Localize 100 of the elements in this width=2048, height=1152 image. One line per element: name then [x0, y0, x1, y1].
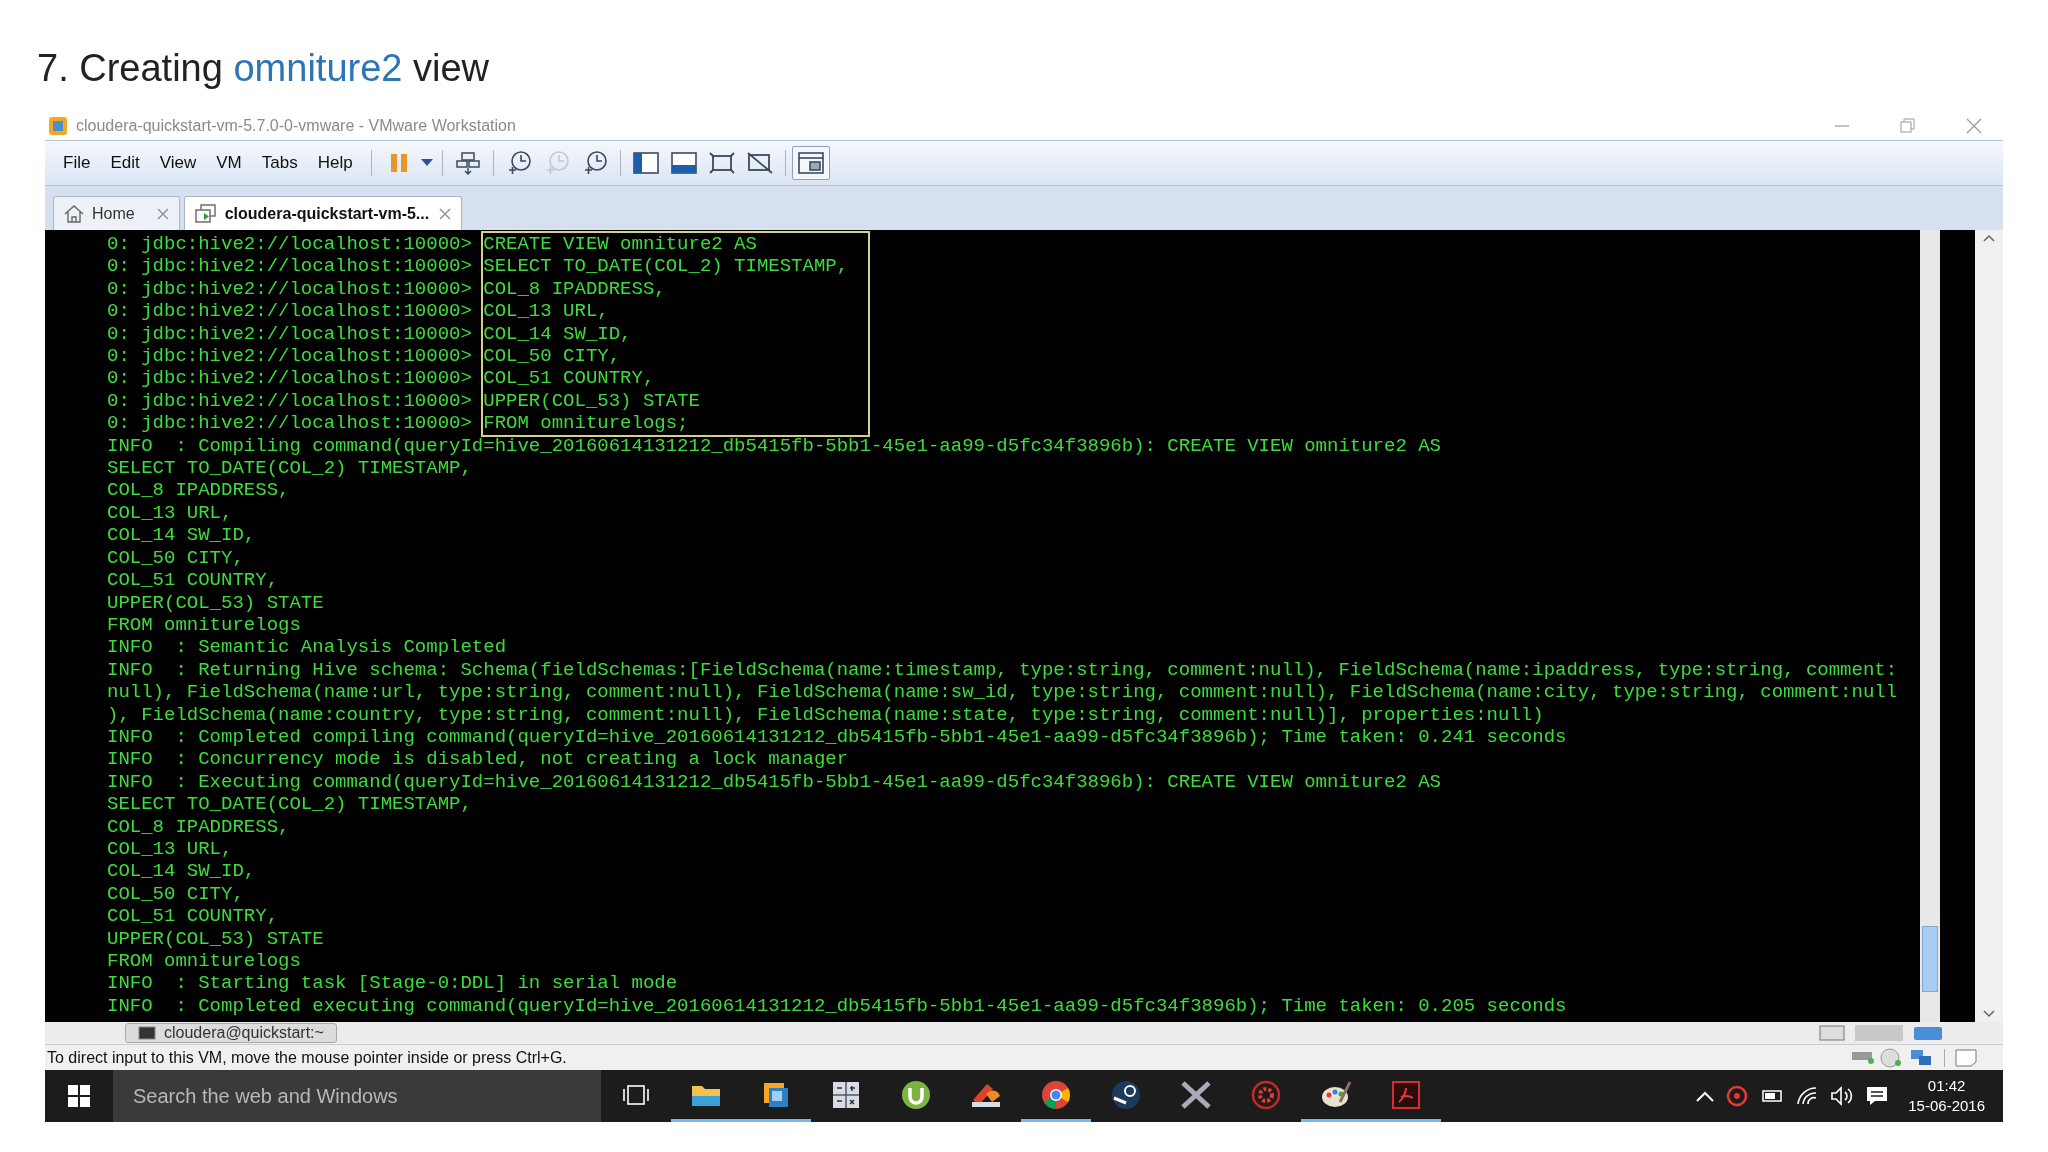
sidebar-icon: [632, 152, 659, 174]
terminal-line: COL_13 URL,: [107, 501, 233, 525]
terminal-icon: [138, 1026, 156, 1040]
terminal-command: CREATE VIEW omniture2 AS: [483, 233, 757, 256]
gear-icon: [1251, 1079, 1281, 1110]
terminal-line: INFO : Starting task [Stage-0:DDL] in serial mode: [107, 972, 678, 995]
vm-icon: [762, 1080, 790, 1109]
terminal-command: FROM omniturelogs;: [483, 412, 689, 435]
terminal-line: null), FieldSchema(name:url, type:string, comment:null), FieldSchema(name:sw_id, type:string, comment:null), FieldSchema(name:city, type:string, comment:null: [107, 681, 1898, 704]
gear-icon[interactable]: [1726, 1085, 1749, 1107]
terminal-prompt: 0: jdbc:hive2://localhost:10000>: [107, 255, 473, 278]
tab[interactable]: cloudera-quickstart-vm-5...: [183, 196, 463, 230]
torrent-icon: [901, 1079, 931, 1110]
terminal-line: COL_50 CITY,: [107, 882, 244, 906]
terminal-command: COL_8 IPADDRESS,: [483, 277, 666, 301]
menu-item[interactable]: View: [152, 150, 204, 176]
terminal-line: UPPER(COL_53) STATE: [107, 591, 324, 614]
clock-date: 15-06-2016: [1908, 1096, 1985, 1116]
terminal-line: ), FieldSchema(name:country, type:string, comment:null), FieldSchema(name:state, type:string, comment:null)], properties:null): [107, 703, 1544, 726]
terminal-line: SELECT TO_DATE(COL_2) TIMESTAMP,: [107, 793, 472, 816]
scrollbar[interactable]: [1920, 230, 1940, 1022]
search-field[interactable]: Search the web and Windows: [113, 1070, 601, 1122]
document-icon: [1392, 1080, 1420, 1109]
status-text: To direct input to this VM, move the mouse pointer inside or press Ctrl+G.: [47, 1047, 567, 1068]
fullscreen-icon: [708, 152, 735, 174]
close-icon[interactable]: [439, 207, 452, 220]
terminal-line: SELECT TO_DATE(COL_2) TIMESTAMP,: [107, 457, 472, 480]
app-icon: [48, 116, 68, 136]
terminal-command: COL_50 CITY,: [483, 345, 621, 368]
browser-icon: [1041, 1079, 1071, 1110]
terminal-line: INFO : Returning Hive schema: Schema(fieldSchemas:[FieldSchema(name:timestamp, type:string, comment:null), FieldSchema(name:ipaddress, type:string, comment:: [107, 658, 1898, 682]
terminal-line: COL_13 URL,: [107, 837, 233, 861]
terminal-line: COL_8 IPADDRESS,: [107, 815, 290, 838]
terminal-line: FROM omniturelogs: [107, 950, 301, 973]
home-icon: [64, 204, 84, 223]
battery-icon[interactable]: [1760, 1088, 1785, 1104]
terminal-line: INFO : Concurrency mode is disabled, not creating a lock manager: [107, 748, 849, 771]
chevron-down-icon[interactable]: [1983, 1010, 1995, 1018]
scrollbar[interactable]: [1975, 230, 2003, 1022]
terminal-line: COL_14 SW_ID,: [107, 860, 256, 883]
caret-icon: [420, 159, 433, 167]
terminal-line: COL_50 CITY,: [107, 546, 244, 570]
clock-time: 01:42: [1927, 1076, 1966, 1096]
terminal-line: INFO : Executing command(queryId=hive_20160614131212_db5415fb-5bb1-45e1-aa99-d5fc34f3896b): CREATE VIEW omniture2 AS: [107, 770, 1442, 794]
panel-icon: [670, 152, 697, 174]
terminal-line: INFO : Compiling command(queryId=hive_20160614131212_db5415fb-5bb1-45e1-aa99-d5fc34f3896b): CREATE VIEW omniture2 AS: [107, 434, 1442, 458]
terminal-line: COL_51 COUNTRY,: [107, 905, 279, 928]
terminal-prompt: 0: jdbc:hive2://localhost:10000>: [107, 300, 473, 323]
menu-item[interactable]: Edit: [103, 150, 147, 176]
palette-icon: [1320, 1079, 1352, 1110]
grid-icon: [832, 1080, 860, 1109]
terminal-prompt: 0: jdbc:hive2://localhost:10000>: [107, 367, 473, 390]
guest-taskbar-button[interactable]: cloudera@quickstart:~: [125, 1023, 337, 1043]
terminal-prompt: 0: jdbc:hive2://localhost:10000>: [107, 277, 473, 301]
volume-icon[interactable]: [1830, 1086, 1855, 1106]
terminal-line: COL_8 IPADDRESS,: [107, 479, 290, 502]
terminal-command: SELECT TO_DATE(COL_2) TIMESTAMP,: [483, 255, 849, 278]
screen-icon: [1913, 1025, 1943, 1041]
x-shape-icon: [1181, 1080, 1211, 1109]
terminal-line: UPPER(COL_53) STATE: [107, 927, 324, 950]
notification-icon[interactable]: [1866, 1086, 1889, 1106]
network-icon: [1910, 1047, 1934, 1068]
toolbar-button[interactable]: [791, 146, 830, 180]
hard-disk-icon: [1852, 1051, 1874, 1064]
menu-item[interactable]: File: [56, 150, 98, 176]
terminal-line: COL_51 COUNTRY,: [107, 569, 279, 592]
screen-off-icon: [746, 152, 773, 174]
terminal-line: INFO : Semantic Analysis Completed: [107, 636, 507, 659]
windows-logo-icon: [68, 1085, 90, 1107]
terminal-prompt: 0: jdbc:hive2://localhost:10000>: [107, 389, 473, 413]
menu-item[interactable]: VM: [209, 150, 249, 176]
terminal-prompt: 0: jdbc:hive2://localhost:10000>: [107, 233, 473, 256]
menu-item[interactable]: Help: [310, 150, 360, 176]
window-title: cloudera-quickstart-vm-5.7.0-0-vmware - VMware Workstation: [76, 116, 516, 136]
task-view-icon: [623, 1083, 649, 1106]
terminal-command: COL_51 COUNTRY,: [483, 367, 655, 390]
terminal[interactable]: [45, 230, 1920, 1022]
terminal-prompt: 0: jdbc:hive2://localhost:10000>: [107, 322, 473, 346]
terminal-line: INFO : Completed executing command(queryId=hive_20160614131212_db5415fb-5bb1-45e1-aa99-d5fc34f3896b); Time taken: 0.205 seconds: [107, 994, 1567, 1018]
terminal-prompt: 0: jdbc:hive2://localhost:10000>: [107, 345, 473, 368]
menu-item[interactable]: Tabs: [254, 150, 305, 176]
disc-icon: [1880, 1047, 1904, 1068]
screen-icon: [1819, 1025, 1845, 1041]
scrollbar-thumb[interactable]: [1922, 926, 1938, 992]
terminal-command: COL_13 URL,: [483, 300, 609, 323]
pause-icon: [388, 153, 409, 173]
keyboard-icon: [454, 151, 481, 175]
slide-title: 7. Creating omniture2 view: [37, 46, 490, 91]
wifi-icon[interactable]: [1796, 1087, 1819, 1105]
terminal-prompt: 0: jdbc:hive2://localhost:10000>: [107, 412, 473, 435]
terminal-command: UPPER(COL_53) STATE: [483, 389, 700, 413]
terminal-line: FROM omniturelogs: [107, 613, 301, 637]
vm-icon: [194, 203, 217, 224]
close-icon[interactable]: [156, 207, 169, 220]
terminal-command: COL_14 SW_ID,: [483, 322, 632, 346]
terminal-line: INFO : Completed compiling command(queryId=hive_20160614131212_db5415fb-5bb1-45e1-aa99-d5fc34f3896b); Time taken: 0.241 seconds: [107, 725, 1567, 749]
window-icon: [797, 152, 824, 174]
tab[interactable]: Home: [53, 196, 180, 230]
close-icon[interactable]: [1966, 118, 1982, 134]
terminal-line: COL_14 SW_ID,: [107, 524, 256, 547]
